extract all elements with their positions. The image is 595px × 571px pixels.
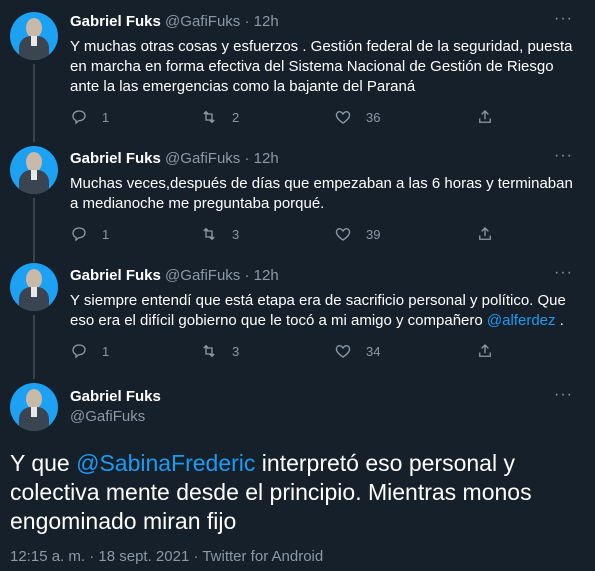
author-handle[interactable]: @GafiFuks — [70, 408, 145, 425]
avatar[interactable] — [10, 383, 58, 431]
more-dots-icon[interactable]: ··· — [554, 386, 573, 404]
mention-link[interactable]: @SabinaFrederic — [76, 450, 255, 476]
tweet-text-part: Y que — [10, 450, 77, 476]
author-name[interactable]: Gabriel Fuks — [70, 388, 161, 405]
tweet-meta: 12:15 a. m. · 18 sept. 2021 · Twitter fo… — [10, 548, 324, 565]
main-tweet: Gabriel Fuks @GafiFuks ··· Y que @Sabina… — [0, 0, 595, 571]
tweet-text: Y que @SabinaFrederic interpretó eso per… — [10, 449, 580, 536]
